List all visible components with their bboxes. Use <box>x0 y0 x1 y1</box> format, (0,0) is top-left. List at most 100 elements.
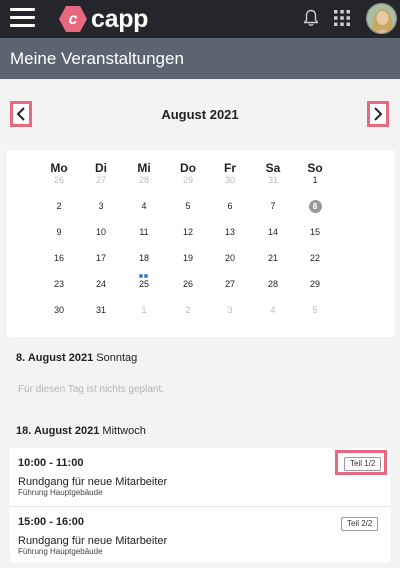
avatar-image <box>367 4 396 33</box>
calendar-day[interactable]: 29 <box>295 274 335 294</box>
calendar-day[interactable]: 29 <box>168 170 208 190</box>
chevron-right-icon <box>374 107 383 121</box>
calendar-day[interactable]: 5 <box>168 196 208 216</box>
day-number: 25 <box>138 279 149 289</box>
event-time: 15:00 - 16:00 <box>18 516 85 528</box>
calendar-day[interactable]: 10 <box>81 222 121 242</box>
day-number: 19 <box>182 253 193 263</box>
day-number: 16 <box>53 253 64 263</box>
event-card[interactable]: 15:00 - 16:00 Rundgang für neue Mitarbei… <box>10 506 390 563</box>
calendar-day[interactable]: 1 <box>124 300 164 320</box>
hamburger-menu-icon[interactable] <box>10 8 35 27</box>
event-location: Führung Hauptgebäude <box>18 488 103 497</box>
day-number: 10 <box>95 227 106 237</box>
day-number: 2 <box>56 201 62 211</box>
scroll-fade <box>0 558 400 568</box>
month-title: August 2021 <box>161 107 239 122</box>
calendar-day[interactable]: 14 <box>253 222 293 242</box>
event-card[interactable]: 10:00 - 11:00 Rundgang für neue Mitarbei… <box>10 448 390 505</box>
page-title: Meine Veranstaltungen <box>10 49 184 68</box>
calendar-day[interactable]: 12 <box>168 222 208 242</box>
event-title: Rundgang für neue Mitarbeiter <box>18 476 168 488</box>
calendar-day[interactable]: 16 <box>39 248 79 268</box>
calendar-day[interactable]: 30 <box>210 170 250 190</box>
calendar-day[interactable]: 23 <box>39 274 79 294</box>
day-number: 6 <box>227 201 233 211</box>
calendar-day-selected[interactable]: 8 <box>295 196 335 216</box>
day-number: 22 <box>309 253 320 263</box>
calendar-day[interactable]: 21 <box>253 248 293 268</box>
day-date: 8. August 2021 <box>16 352 94 364</box>
day-heading: 8. August 2021 Sonntag <box>16 352 137 364</box>
calendar-day[interactable]: 26 <box>39 170 79 190</box>
event-title: Rundgang für neue Mitarbeiter <box>18 535 168 547</box>
svg-text:c: c <box>69 11 78 28</box>
calendar-day[interactable]: 31 <box>81 300 121 320</box>
calendar-day[interactable]: 26 <box>168 274 208 294</box>
next-month-button[interactable] <box>367 101 389 127</box>
apps-grid-icon[interactable] <box>334 10 350 26</box>
calendar-day[interactable]: 28 <box>253 274 293 294</box>
part-badge[interactable]: Teil 2/2 <box>341 517 379 531</box>
user-avatar[interactable] <box>366 3 397 34</box>
day-number: 29 <box>309 279 320 289</box>
calendar-day[interactable]: 28 <box>124 170 164 190</box>
calendar-day[interactable]: 1 <box>295 170 335 190</box>
calendar-day[interactable]: 18 <box>124 248 164 278</box>
day-number: 3 <box>227 305 233 315</box>
bell-icon[interactable] <box>303 9 319 27</box>
day-number: 20 <box>224 253 235 263</box>
day-number: 5 <box>185 201 191 211</box>
day-number: 1 <box>141 305 147 315</box>
calendar-day[interactable]: 20 <box>210 248 250 268</box>
day-number: 21 <box>267 253 278 263</box>
calendar-day[interactable]: 19 <box>168 248 208 268</box>
calendar-day[interactable]: 3 <box>81 196 121 216</box>
top-bar: c capp <box>0 0 400 38</box>
app-logo[interactable]: c capp <box>58 4 148 34</box>
calendar-day[interactable]: 9 <box>39 222 79 242</box>
day-number: 7 <box>270 201 276 211</box>
calendar-day[interactable]: 3 <box>210 300 250 320</box>
day-number: 30 <box>53 305 64 315</box>
calendar-day[interactable]: 2 <box>39 196 79 216</box>
calendar-day[interactable]: 5 <box>295 300 335 320</box>
day-number: 31 <box>267 175 278 185</box>
calendar-day[interactable]: 15 <box>295 222 335 242</box>
event-location: Führung Hauptgebäude <box>18 547 103 556</box>
calendar-day[interactable]: 24 <box>81 274 121 294</box>
calendar-day[interactable]: 4 <box>253 300 293 320</box>
day-number: 2 <box>185 305 191 315</box>
day-number: 27 <box>224 279 235 289</box>
day-heading: 18. August 2021 Mittwoch <box>16 425 146 437</box>
calendar-day[interactable]: 17 <box>81 248 121 268</box>
day-number: 4 <box>141 201 147 211</box>
calendar-day[interactable]: 25 <box>124 274 164 294</box>
calendar-week-row: 9 10 11 12 13 14 15 <box>7 222 395 242</box>
day-number: 24 <box>95 279 106 289</box>
calendar-day[interactable]: 30 <box>39 300 79 320</box>
calendar-day[interactable]: 7 <box>253 196 293 216</box>
calendar-day[interactable]: 22 <box>295 248 335 268</box>
calendar-day[interactable]: 31 <box>253 170 293 190</box>
day-number: 14 <box>267 227 278 237</box>
calendar-day[interactable]: 27 <box>81 170 121 190</box>
calendar-day[interactable]: 2 <box>168 300 208 320</box>
day-number: 28 <box>267 279 278 289</box>
part-badge[interactable]: Teil 1/2 <box>344 457 382 471</box>
day-number: 27 <box>95 175 106 185</box>
day-number: 12 <box>182 227 193 237</box>
day-number: 1 <box>312 175 318 185</box>
calendar-day[interactable]: 27 <box>210 274 250 294</box>
calendar-week-row: 23 24 25 26 27 28 29 <box>7 274 395 294</box>
day-date: 18. August 2021 <box>16 425 100 437</box>
day-number: 13 <box>224 227 235 237</box>
day-number: 30 <box>224 175 235 185</box>
calendar-day[interactable]: 13 <box>210 222 250 242</box>
calendar-day[interactable]: 6 <box>210 196 250 216</box>
calendar-day[interactable]: 11 <box>124 222 164 242</box>
event-time: 10:00 - 11:00 <box>18 457 84 469</box>
day-number: 15 <box>309 227 320 237</box>
calendar-week-row: 16 17 18 19 20 21 22 <box>7 248 395 278</box>
calendar-day[interactable]: 4 <box>124 196 164 216</box>
